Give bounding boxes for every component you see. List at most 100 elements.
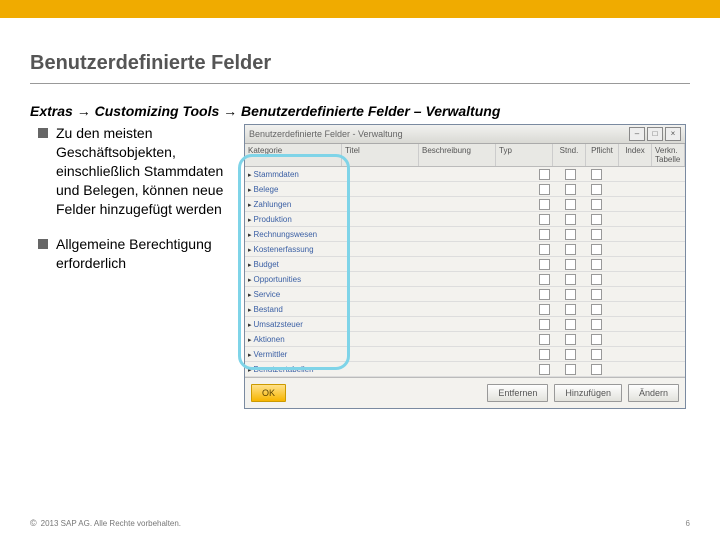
checkbox[interactable]: [591, 199, 602, 210]
expand-icon[interactable]: ▸: [248, 172, 252, 179]
expand-icon[interactable]: ▸: [248, 217, 252, 224]
checkbox[interactable]: [565, 214, 576, 225]
checkbox[interactable]: [539, 274, 550, 285]
col-active: Stnd.: [553, 144, 586, 166]
maximize-button[interactable]: □: [647, 127, 663, 141]
bullet-list: Zu den meisten Geschäftsobjekten, einsch…: [30, 124, 230, 409]
col-mandatory: Pflicht: [586, 144, 619, 166]
button-bar: OK Entfernen Hinzufügen Ändern: [245, 377, 685, 408]
checkbox[interactable]: [591, 289, 602, 300]
category-cell: ▸Rechnungswesen: [245, 230, 341, 239]
expand-icon[interactable]: ▸: [248, 247, 252, 254]
category-cell: ▸Aktionen: [245, 335, 341, 344]
minimize-button[interactable]: –: [629, 127, 645, 141]
table-row[interactable]: ▸Opportunities: [245, 272, 685, 287]
checkbox[interactable]: [565, 334, 576, 345]
checkbox[interactable]: [591, 334, 602, 345]
table-row[interactable]: ▸Produktion: [245, 212, 685, 227]
expand-icon[interactable]: ▸: [248, 352, 252, 359]
bullet-text: Allgemeine Berechtigung erforderlich: [56, 235, 230, 273]
checkbox[interactable]: [591, 244, 602, 255]
table-row[interactable]: ▸Aktionen: [245, 332, 685, 347]
checkbox[interactable]: [539, 199, 550, 210]
category-cell: ▸Budget: [245, 260, 341, 269]
checkbox[interactable]: [591, 274, 602, 285]
checkbox[interactable]: [565, 349, 576, 360]
add-button[interactable]: Hinzufügen: [554, 384, 622, 402]
expand-icon[interactable]: ▸: [248, 262, 252, 269]
ok-button[interactable]: OK: [251, 384, 286, 402]
bullet-icon: [38, 128, 48, 138]
expand-icon[interactable]: ▸: [248, 307, 252, 314]
table-row[interactable]: ▸Budget: [245, 257, 685, 272]
checkbox[interactable]: [539, 334, 550, 345]
table-row[interactable]: ▸Zahlungen: [245, 197, 685, 212]
remove-button[interactable]: Entfernen: [487, 384, 548, 402]
checkbox[interactable]: [539, 244, 550, 255]
checkbox[interactable]: [539, 349, 550, 360]
col-description: Beschreibung: [419, 144, 496, 166]
checkbox[interactable]: [565, 364, 576, 375]
update-button[interactable]: Ändern: [628, 384, 679, 402]
checkbox[interactable]: [539, 184, 550, 195]
checkbox[interactable]: [565, 199, 576, 210]
table-row[interactable]: ▸Service: [245, 287, 685, 302]
category-cell: ▸Opportunities: [245, 275, 341, 284]
checkbox[interactable]: [565, 304, 576, 315]
table-row[interactable]: ▸Bestand: [245, 302, 685, 317]
bullet-icon: [38, 239, 48, 249]
col-index: Index: [619, 144, 652, 166]
checkbox[interactable]: [539, 319, 550, 330]
expand-icon[interactable]: ▸: [248, 232, 252, 239]
category-cell: ▸Produktion: [245, 215, 341, 224]
table-row[interactable]: ▸Umsatzsteuer: [245, 317, 685, 332]
checkbox[interactable]: [591, 229, 602, 240]
category-cell: ▸Umsatzsteuer: [245, 320, 341, 329]
checkbox[interactable]: [565, 169, 576, 180]
checkbox[interactable]: [565, 319, 576, 330]
expand-icon[interactable]: ▸: [248, 337, 252, 344]
checkbox[interactable]: [591, 169, 602, 180]
checkbox[interactable]: [565, 274, 576, 285]
checkbox[interactable]: [591, 349, 602, 360]
checkbox[interactable]: [565, 289, 576, 300]
table-row[interactable]: ▸Benutzertabellen: [245, 362, 685, 377]
checkbox[interactable]: [591, 319, 602, 330]
page-number: 6: [686, 519, 690, 528]
table-row[interactable]: ▸Belege: [245, 182, 685, 197]
title-divider: [30, 83, 690, 84]
checkbox[interactable]: [539, 304, 550, 315]
checkbox[interactable]: [591, 259, 602, 270]
checkbox[interactable]: [591, 214, 602, 225]
col-type: Typ: [496, 144, 553, 166]
category-cell: ▸Kostenerfassung: [245, 245, 341, 254]
checkbox[interactable]: [591, 184, 602, 195]
checkbox[interactable]: [539, 364, 550, 375]
checkbox[interactable]: [539, 169, 550, 180]
table-row[interactable]: ▸Kostenerfassung: [245, 242, 685, 257]
checkbox[interactable]: [591, 304, 602, 315]
close-button[interactable]: ×: [665, 127, 681, 141]
checkbox[interactable]: [565, 229, 576, 240]
table-row[interactable]: ▸Rechnungswesen: [245, 227, 685, 242]
table-row[interactable]: ▸Stammdaten: [245, 167, 685, 182]
expand-icon[interactable]: ▸: [248, 187, 252, 194]
category-cell: ▸Belege: [245, 185, 341, 194]
expand-icon[interactable]: ▸: [248, 277, 252, 284]
expand-icon[interactable]: ▸: [248, 322, 252, 329]
table-row[interactable]: ▸Vermittler: [245, 347, 685, 362]
brand-accent-bar: [0, 0, 720, 18]
checkbox[interactable]: [591, 364, 602, 375]
expand-icon[interactable]: ▸: [248, 367, 252, 374]
checkbox[interactable]: [539, 214, 550, 225]
copyright-icon: ©: [30, 518, 37, 528]
checkbox[interactable]: [565, 259, 576, 270]
checkbox[interactable]: [539, 259, 550, 270]
checkbox[interactable]: [565, 244, 576, 255]
checkbox[interactable]: [539, 229, 550, 240]
expand-icon[interactable]: ▸: [248, 292, 252, 299]
expand-icon[interactable]: ▸: [248, 202, 252, 209]
checkbox[interactable]: [539, 289, 550, 300]
checkbox[interactable]: [565, 184, 576, 195]
category-cell: ▸Benutzertabellen: [245, 365, 341, 374]
